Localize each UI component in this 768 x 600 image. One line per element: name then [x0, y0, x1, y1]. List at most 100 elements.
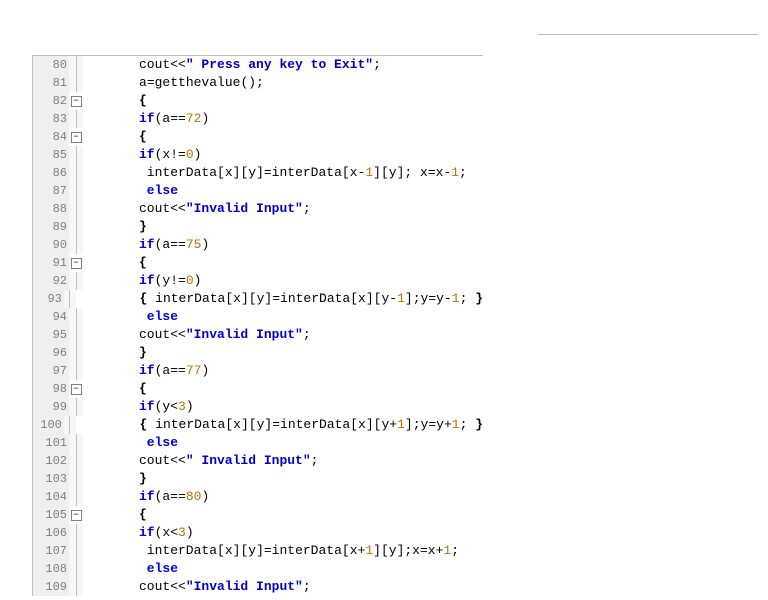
fold-gutter[interactable]: − — [69, 258, 83, 269]
code-line[interactable]: 87 else — [33, 182, 483, 200]
token-id: interData — [280, 416, 350, 434]
code-content[interactable]: { interData[x][y]=interData[x][y+1];y=y+… — [76, 416, 483, 434]
code-line[interactable]: 102cout<<" Invalid Input"; — [33, 452, 483, 470]
token-num: 3 — [178, 524, 186, 542]
token-sym: ; — [303, 326, 311, 344]
token-id: y — [421, 290, 429, 308]
code-line[interactable]: 107 interData[x][y]=interData[x+1][y];x=… — [33, 542, 483, 560]
code-content[interactable]: else — [83, 182, 178, 200]
code-line[interactable]: 81 a=getthevalue(); — [33, 74, 483, 92]
fold-minus-icon[interactable]: − — [71, 96, 82, 107]
token-id: y — [381, 416, 389, 434]
code-content[interactable]: if(a==80) — [83, 488, 209, 506]
code-content[interactable]: if(a==77) — [83, 362, 209, 380]
token-brace: { — [132, 416, 155, 434]
code-line[interactable]: 83 if(a==72) — [33, 110, 483, 128]
panel-divider — [538, 28, 758, 35]
code-line[interactable]: 93 { interData[x][y]=interData[x][y-1];y… — [33, 290, 483, 308]
code-content[interactable]: } — [83, 344, 147, 362]
code-line[interactable]: 105−{ — [33, 506, 483, 524]
code-content[interactable]: if(x!=0) — [83, 146, 201, 164]
code-content[interactable]: { — [83, 380, 147, 398]
code-content[interactable]: else — [83, 434, 178, 452]
code-line[interactable]: 90if(a==75) — [33, 236, 483, 254]
code-line[interactable]: 108 else — [33, 560, 483, 578]
code-line[interactable]: 92if(y!=0) — [33, 272, 483, 290]
code-line[interactable]: 95cout<<"Invalid Input"; — [33, 326, 483, 344]
code-line[interactable]: 100 { interData[x][y]=interData[x][y+1];… — [33, 416, 483, 434]
fold-gutter[interactable]: − — [69, 510, 83, 521]
code-line[interactable]: 104if(a==80) — [33, 488, 483, 506]
code-line[interactable]: 94 else — [33, 308, 483, 326]
fold-gutter — [69, 218, 83, 236]
token-num: 80 — [186, 488, 202, 506]
token-id: x — [358, 290, 366, 308]
code-content[interactable]: interData[x][y]=interData[x-1][y]; x=x-1… — [83, 164, 467, 182]
code-line[interactable]: 82−{ — [33, 92, 483, 110]
code-line[interactable]: 101 else — [33, 434, 483, 452]
code-content[interactable]: if(a==75) — [83, 236, 209, 254]
code-content[interactable]: a=getthevalue(); — [83, 74, 264, 92]
code-content[interactable]: { — [83, 92, 147, 110]
fold-gutter[interactable]: − — [69, 132, 83, 143]
code-content[interactable]: } — [83, 470, 147, 488]
fold-gutter[interactable]: − — [69, 384, 83, 395]
token-str: " Invalid Input" — [186, 452, 311, 470]
code-content[interactable]: cout<<"Invalid Input"; — [83, 326, 311, 344]
code-content[interactable]: cout<<"Invalid Input"; — [83, 200, 311, 218]
code-line[interactable]: 103} — [33, 470, 483, 488]
code-content[interactable]: interData[x][y]=interData[x+1][y];x=x+1; — [83, 542, 459, 560]
token-id: y — [248, 542, 256, 560]
fold-minus-icon[interactable]: − — [71, 510, 82, 521]
code-line[interactable]: 88cout<<"Invalid Input"; — [33, 200, 483, 218]
fold-minus-icon[interactable]: − — [71, 258, 82, 269]
token-sym: ) — [194, 272, 202, 290]
token-id: a — [162, 362, 170, 380]
code-content[interactable]: if(x<3) — [83, 524, 194, 542]
token-id: interData — [272, 542, 342, 560]
token-sym: [ — [225, 290, 233, 308]
code-line[interactable]: 109cout<<"Invalid Input"; — [33, 578, 483, 596]
line-number: 81 — [33, 74, 69, 92]
code-content[interactable]: cout<<"Invalid Input"; — [83, 578, 311, 596]
code-line[interactable]: 98−{ — [33, 380, 483, 398]
line-number: 83 — [33, 110, 69, 128]
token-kw: if — [139, 524, 155, 542]
code-content[interactable]: else — [83, 560, 178, 578]
token-num: 1 — [365, 542, 373, 560]
code-content[interactable]: if(y<3) — [83, 398, 194, 416]
code-line[interactable]: 99if(y<3) — [33, 398, 483, 416]
code-content[interactable]: { — [83, 254, 147, 272]
token-sym: ][ — [241, 416, 257, 434]
code-content[interactable]: { — [83, 128, 147, 146]
token-sym: ( — [155, 110, 163, 128]
token-id: x — [225, 164, 233, 182]
fold-minus-icon[interactable]: − — [71, 132, 82, 143]
code-content[interactable]: { — [83, 506, 147, 524]
code-line[interactable]: 106if(x<3) — [33, 524, 483, 542]
code-content[interactable]: { interData[x][y]=interData[x][y-1];y=y-… — [76, 290, 483, 308]
code-content[interactable]: if(y!=0) — [83, 272, 201, 290]
code-line[interactable]: 89} — [33, 218, 483, 236]
code-line[interactable]: 85if(x!=0) — [33, 146, 483, 164]
code-line[interactable]: 91−{ — [33, 254, 483, 272]
code-editor[interactable]: 80cout<<" Press any key to Exit";81a=get… — [32, 55, 483, 596]
code-line[interactable]: 97if(a==77) — [33, 362, 483, 380]
code-content[interactable]: if(a==72) — [83, 110, 209, 128]
token-sym: - — [358, 164, 366, 182]
code-content[interactable]: cout<<" Invalid Input"; — [83, 452, 318, 470]
fold-gutter[interactable]: − — [69, 96, 83, 107]
code-line[interactable]: 80cout<<" Press any key to Exit"; — [33, 56, 483, 74]
code-line[interactable]: 86 interData[x][y]=interData[x-1][y]; x=… — [33, 164, 483, 182]
token-sym: == — [170, 110, 186, 128]
token-brace: { — [139, 92, 147, 110]
fold-minus-icon[interactable]: − — [71, 384, 82, 395]
code-content[interactable]: else — [83, 308, 178, 326]
code-content[interactable]: cout<<" Press any key to Exit"; — [83, 56, 381, 74]
code-line[interactable]: 96} — [33, 344, 483, 362]
code-line[interactable]: 84−{ — [33, 128, 483, 146]
token-sym: != — [170, 272, 186, 290]
token-id: x — [428, 542, 436, 560]
fold-gutter — [69, 182, 83, 200]
code-content[interactable]: } — [83, 218, 147, 236]
